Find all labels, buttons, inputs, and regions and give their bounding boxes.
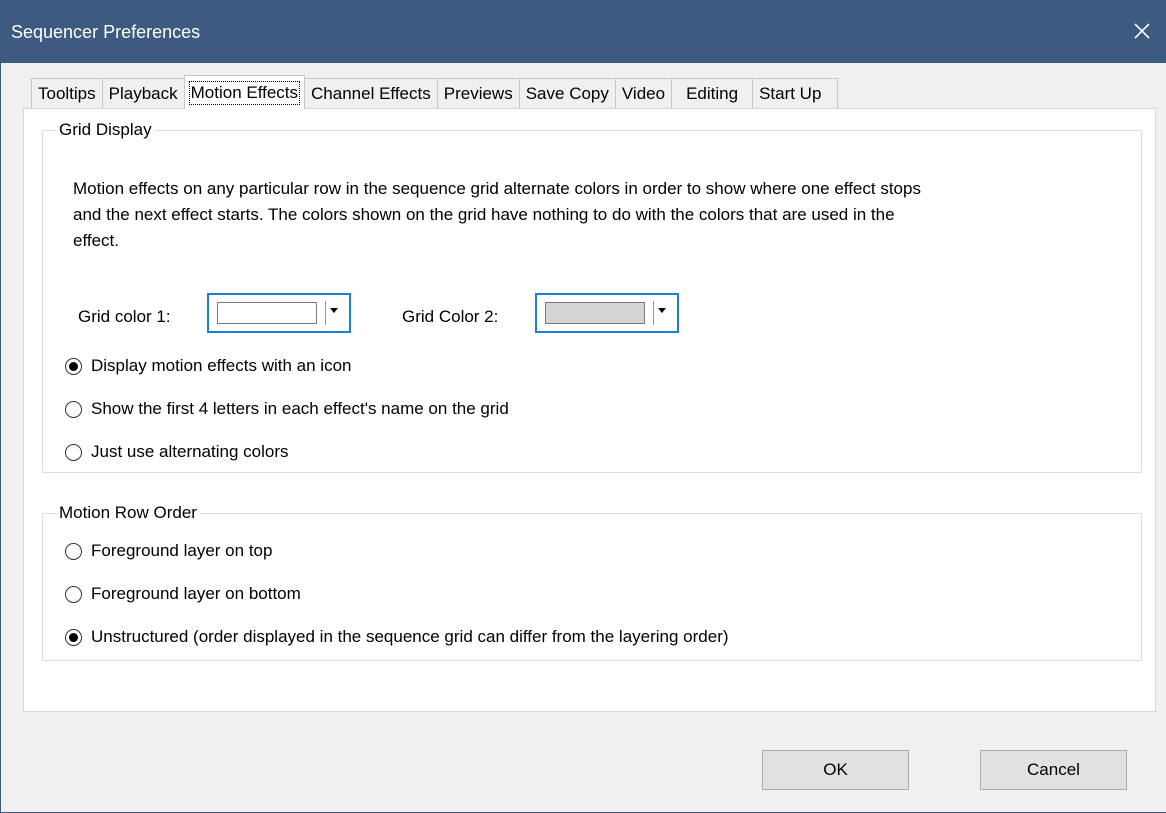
tab-label: Channel Effects (311, 84, 431, 103)
grid-color-1-picker[interactable] (207, 293, 351, 333)
radio-button[interactable] (65, 443, 82, 461)
window-title: Sequencer Preferences (11, 22, 201, 42)
radio-label: Foreground layer on top (91, 541, 273, 560)
grid-color-1-swatch (217, 302, 317, 324)
picker-separator (325, 301, 326, 325)
tab-tooltips[interactable]: Tooltips (31, 78, 103, 109)
preferences-dialog: Sequencer Preferences Tooltips Playback … (0, 0, 1166, 813)
radio-alternating-colors[interactable]: Just use alternating colors (65, 440, 289, 464)
tab-save-copy[interactable]: Save Copy (518, 78, 616, 109)
tab-motion-effects[interactable]: Motion Effects (183, 75, 306, 109)
tab-label: Previews (443, 84, 513, 103)
tab-strip: Tooltips Playback Motion Effects Channel… (31, 75, 839, 109)
radio-button[interactable] (65, 585, 82, 603)
close-button[interactable] (1117, 8, 1166, 54)
tab-channel-effects[interactable]: Channel Effects (304, 78, 438, 109)
tab-label: Playback (108, 84, 178, 103)
title-bar: Sequencer Preferences (1, 0, 1166, 63)
dropdown-arrow-icon (330, 308, 338, 313)
cancel-button[interactable]: Cancel (980, 750, 1127, 790)
radio-button[interactable] (65, 357, 82, 375)
radio-foreground-bottom[interactable]: Foreground layer on bottom (65, 582, 301, 606)
radio-label: Display motion effects with an icon (91, 356, 352, 375)
motion-effects-panel: Grid Display Motion effects on any parti… (23, 108, 1156, 712)
tab-playback[interactable]: Playback (101, 78, 185, 109)
grid-display-description: Motion effects on any particular row in … (73, 179, 921, 250)
radio-label: Unstructured (order displayed in the seq… (91, 627, 729, 646)
tab-editing[interactable]: Editing (671, 78, 754, 109)
radio-button[interactable] (65, 542, 82, 560)
motion-row-order-legend: Motion Row Order (56, 503, 200, 523)
tab-label: Start Up (759, 84, 822, 103)
grid-color-2-swatch (545, 302, 645, 324)
dropdown-arrow-icon (658, 308, 666, 313)
radio-label: Just use alternating colors (91, 442, 289, 461)
tab-video[interactable]: Video (614, 78, 673, 109)
grid-color-row: Grid color 1: Grid Color 2: (43, 293, 1141, 343)
grid-display-legend: Grid Display (56, 120, 155, 140)
tab-label: Motion Effects (188, 80, 301, 105)
tab-label: Tooltips (38, 84, 96, 103)
radio-unstructured[interactable]: Unstructured (order displayed in the seq… (65, 625, 729, 649)
motion-row-order-group: Motion Row Order Foreground layer on top… (42, 503, 1142, 661)
radio-button[interactable] (65, 628, 82, 646)
radio-display-icon[interactable]: Display motion effects with an icon (65, 354, 351, 378)
radio-label: Foreground layer on bottom (91, 584, 301, 603)
tab-previews[interactable]: Previews (436, 78, 520, 109)
grid-color-2-picker[interactable] (535, 293, 679, 333)
ok-button[interactable]: OK (762, 750, 909, 790)
grid-color-1-label: Grid color 1: (78, 307, 171, 326)
tab-label: Video (621, 84, 666, 103)
tab-label: Editing (686, 84, 739, 103)
tab-start-up[interactable]: Start Up (752, 78, 839, 109)
grid-color-2-label: Grid Color 2: (402, 307, 499, 326)
picker-separator (653, 301, 654, 325)
grid-display-group: Grid Display Motion effects on any parti… (42, 120, 1142, 473)
close-icon (1134, 23, 1150, 39)
tab-label: Save Copy (525, 84, 609, 103)
radio-foreground-top[interactable]: Foreground layer on top (65, 539, 272, 563)
radio-button[interactable] (65, 400, 82, 418)
radio-first-4-letters[interactable]: Show the first 4 letters in each effect'… (65, 397, 509, 421)
radio-label: Show the first 4 letters in each effect'… (91, 399, 509, 418)
